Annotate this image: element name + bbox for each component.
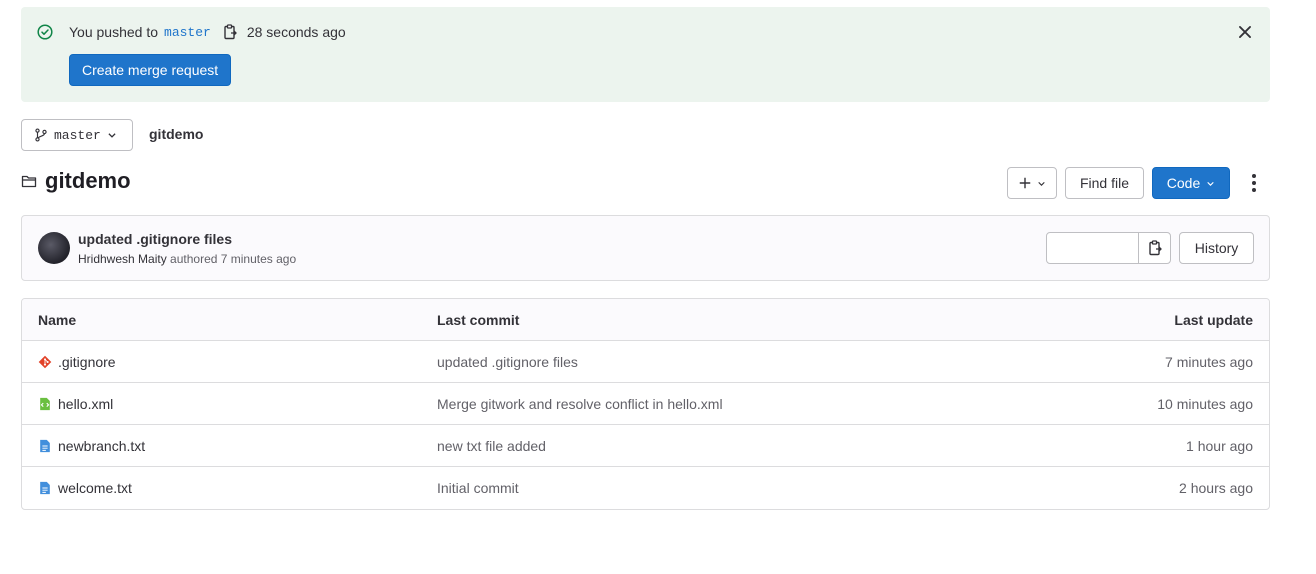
- file-name-cell: .gitignore: [22, 354, 437, 370]
- breadcrumb[interactable]: gitdemo: [149, 126, 203, 142]
- commit-title-link[interactable]: updated .gitignore files: [78, 231, 232, 247]
- branch-icon: [35, 128, 47, 142]
- file-name-cell: welcome.txt: [22, 480, 437, 496]
- close-icon[interactable]: [1236, 23, 1254, 41]
- git-icon: [38, 355, 52, 368]
- add-dropdown-button[interactable]: [1007, 167, 1057, 199]
- file-name-link[interactable]: .gitignore: [58, 354, 116, 370]
- header-last-commit: Last commit: [437, 311, 520, 328]
- code-button-label: Code: [1166, 175, 1201, 191]
- copy-sha-button[interactable]: [1138, 233, 1170, 263]
- file-commit-link[interactable]: updated .gitignore files: [437, 354, 937, 370]
- file-name-cell: newbranch.txt: [22, 438, 437, 454]
- header-name: Name: [38, 311, 77, 328]
- commit-sha-field[interactable]: [1047, 233, 1138, 263]
- file-commit-link[interactable]: Initial commit: [437, 480, 937, 496]
- file-commit-link[interactable]: new txt file added: [437, 438, 937, 454]
- file-table: Name Last commit Last update .gitignore …: [21, 298, 1270, 510]
- create-merge-request-button[interactable]: Create merge request: [69, 54, 232, 86]
- alert-message: You pushed to master 28 seconds ago: [69, 24, 346, 40]
- copy-icon[interactable]: [222, 24, 238, 40]
- code-dropdown-button[interactable]: Code: [1152, 167, 1230, 199]
- check-circle-icon: [37, 24, 53, 40]
- alert-time: 28 seconds ago: [246, 24, 346, 40]
- header-last-update: Last update: [1174, 311, 1253, 328]
- file-name-link[interactable]: hello.xml: [58, 396, 113, 412]
- table-row[interactable]: .gitignore updated .gitignore files 7 mi…: [22, 341, 1269, 383]
- table-row[interactable]: hello.xml Merge gitwork and resolve conf…: [22, 383, 1269, 425]
- file-name-link[interactable]: welcome.txt: [58, 480, 132, 496]
- alert-branch-link[interactable]: master: [164, 25, 211, 40]
- text-file-icon: [40, 439, 50, 452]
- xml-file-icon: [40, 397, 50, 410]
- last-commit-panel: updated .gitignore files Hridhwesh Maity…: [21, 215, 1270, 281]
- avatar[interactable]: [38, 232, 70, 264]
- file-updated: 7 minutes ago: [1165, 353, 1253, 370]
- branch-dropdown-value: master: [54, 127, 101, 143]
- branch-dropdown[interactable]: master: [21, 119, 133, 151]
- text-file-icon: [40, 481, 50, 495]
- file-commit-link[interactable]: Merge gitwork and resolve conflict in he…: [437, 396, 937, 412]
- file-updated: 10 minutes ago: [1157, 395, 1253, 412]
- repo-title: gitdemo: [45, 168, 131, 193]
- file-name-cell: hello.xml: [22, 396, 437, 412]
- commit-meta-text: authored 7 minutes ago: [170, 252, 297, 266]
- chevron-down-icon: [1207, 181, 1214, 186]
- plus-icon: [1019, 177, 1031, 189]
- file-name-link[interactable]: newbranch.txt: [58, 438, 145, 454]
- more-actions-icon[interactable]: [1244, 171, 1264, 195]
- folder-icon: [21, 175, 37, 188]
- find-file-button[interactable]: Find file: [1065, 167, 1144, 199]
- chevron-down-icon: [1038, 181, 1045, 186]
- table-row[interactable]: welcome.txt Initial commit 2 hours ago: [22, 467, 1269, 509]
- page-title: gitdemo: [21, 168, 131, 194]
- table-row[interactable]: newbranch.txt new txt file added 1 hour …: [22, 425, 1269, 467]
- commit-author-link[interactable]: Hridhwesh Maity: [78, 252, 167, 266]
- push-alert: You pushed to master 28 seconds ago Crea…: [21, 7, 1270, 102]
- commit-sha-group: [1046, 232, 1171, 264]
- chevron-down-icon: [108, 133, 116, 138]
- table-header: Name Last commit Last update: [22, 299, 1269, 341]
- history-button[interactable]: History: [1179, 232, 1254, 264]
- commit-meta: Hridhwesh Maity authored 7 minutes ago: [78, 252, 296, 266]
- copy-icon: [1148, 240, 1162, 256]
- alert-text-prefix: You pushed to: [69, 24, 159, 40]
- file-updated: 1 hour ago: [1186, 437, 1253, 454]
- file-updated: 2 hours ago: [1179, 480, 1253, 496]
